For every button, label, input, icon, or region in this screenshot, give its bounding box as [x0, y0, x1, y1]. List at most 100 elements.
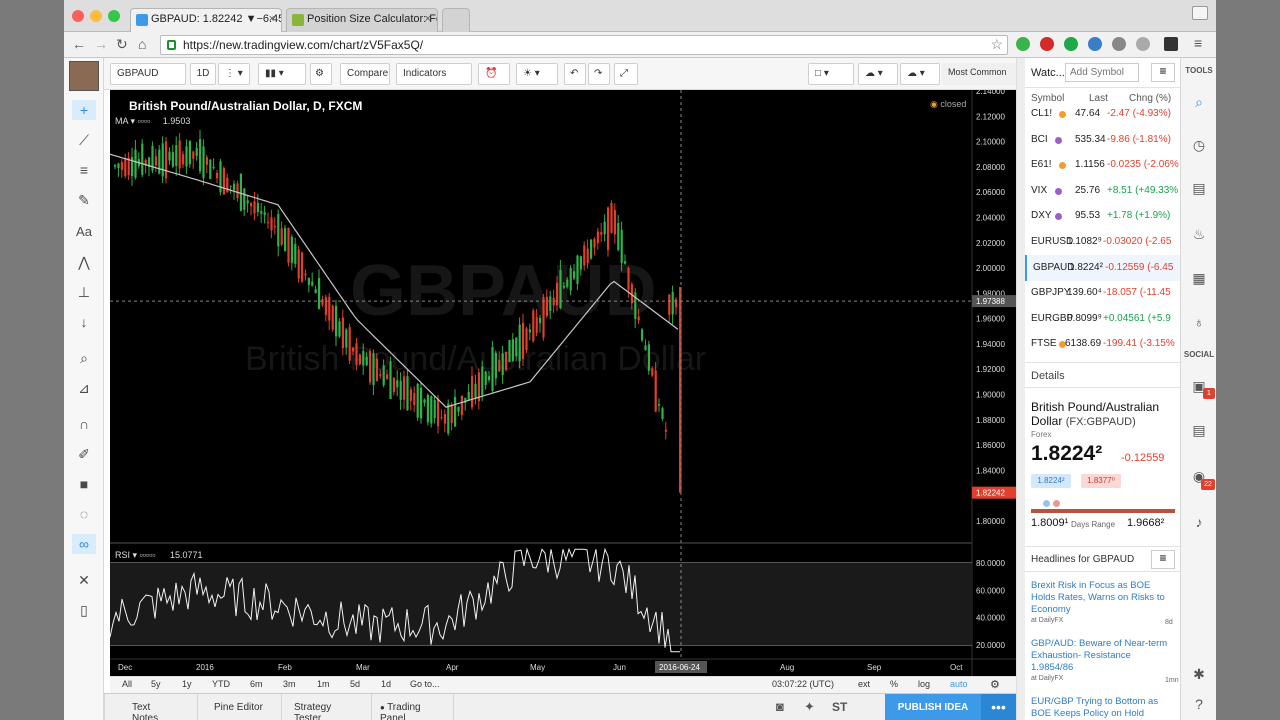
extension-icon[interactable] [1164, 37, 1178, 51]
percent-scale-toggle[interactable]: % [890, 679, 898, 689]
interval-dropdown-icon[interactable]: ⋮ ▾ [218, 63, 250, 85]
browser-tab-gbpaud[interactable]: GBPAUD: 1.82242 ▼−6.45 × [130, 8, 282, 32]
add-symbol-input[interactable] [1065, 63, 1139, 82]
utc-time[interactable]: 03:07:22 (UTC) [772, 679, 834, 689]
notifications-bell-icon[interactable]: ♪ [1189, 512, 1209, 532]
log-scale-toggle[interactable]: log [918, 679, 930, 689]
private-chats-icon[interactable]: ▤ [1189, 420, 1209, 440]
twitter-icon[interactable]: ✦ [804, 699, 815, 715]
profile-icon[interactable] [1192, 6, 1208, 20]
alerts-clock-icon[interactable]: ◷ [1189, 135, 1209, 155]
extension-icon[interactable] [1112, 37, 1126, 51]
alert-icon[interactable]: ⏰ [478, 63, 510, 85]
stocktwits-button[interactable]: ST [832, 700, 847, 714]
stay-in-drawing-icon[interactable]: ✐ [72, 444, 96, 464]
rsi-legend[interactable]: RSI ▾ ▫▫▫▫▫ 15.0771 [115, 550, 203, 561]
url-field[interactable]: https://new.tradingview.com/chart/zV5Fax… [160, 35, 1008, 55]
reload-icon[interactable]: ↻ [116, 36, 128, 53]
range-3m-button[interactable]: 3m [283, 679, 296, 689]
load-cloud-icon[interactable]: ☁ ▾ [900, 63, 940, 85]
menu-icon[interactable]: ≡ [1194, 35, 1202, 51]
remove-tools-icon[interactable]: ✕ [72, 570, 96, 590]
bookmark-star-icon[interactable]: ☆ [990, 36, 1003, 53]
crosshair-icon[interactable]: + [72, 100, 96, 120]
maximize-window-icon[interactable] [108, 10, 120, 22]
measure-icon[interactable]: ⊿ [72, 378, 96, 398]
watchlist-row[interactable]: EURUSD 1.1082⁹ -0.03020 (-2.65 [1025, 229, 1180, 255]
forward-icon[interactable]: → [94, 36, 108, 52]
headline-link[interactable]: Brexit Risk in Focus as BOE Holds Rates,… [1031, 580, 1165, 616]
symbol-search-input[interactable]: GBPAUD [110, 63, 186, 85]
publish-idea-button[interactable]: PUBLISH IDEA [885, 694, 981, 720]
save-cloud-icon[interactable]: ☁ ▾ [858, 63, 898, 85]
pattern-icon[interactable]: ⋀ [72, 252, 96, 272]
goto-date-button[interactable]: Go to... [410, 679, 440, 689]
text-tool-icon[interactable]: Aa [72, 222, 96, 242]
watchlist-title[interactable]: Watc... [1031, 67, 1065, 79]
sync-drawings-icon[interactable]: ∞ [72, 534, 96, 554]
bug-report-icon[interactable]: ✱ [1189, 664, 1209, 684]
range-ytd-button[interactable]: YTD [212, 679, 230, 689]
publish-more-button[interactable]: ••• [981, 694, 1016, 720]
watchlist-row[interactable]: GBPAUD 1.8224² -0.12559 (-6.45 [1025, 254, 1180, 281]
trend-line-icon[interactable]: ⟋ [72, 130, 96, 150]
back-icon[interactable]: ← [72, 36, 86, 52]
range-6m-button[interactable]: 6m [250, 679, 263, 689]
adblock-icon[interactable] [1040, 37, 1054, 51]
redo-icon[interactable]: ↷ [588, 63, 610, 85]
most-common-dropdown[interactable]: Most Common [942, 63, 1016, 85]
price-chart[interactable]: 2.14000 2.12000 2.10000 2.08000 2.06000 2.040… [110, 90, 1017, 676]
brush-icon[interactable]: ✎ [72, 190, 96, 210]
range-1y-button[interactable]: 1y [182, 679, 192, 689]
tab-strategy-tester[interactable]: Strategy Tester [282, 694, 372, 720]
new-tab-button[interactable] [442, 8, 470, 32]
watchlist-row[interactable]: DXY 95.53 +1.78 (+1.9%) [1025, 203, 1180, 229]
compare-button[interactable]: Compare [340, 63, 390, 85]
headline-link[interactable]: EUR/GBP Trying to Bottom as BOE Keeps Po… [1031, 696, 1171, 720]
watchlist-row[interactable]: CL1! 47.64 -2.47 (-4.93%) [1025, 101, 1180, 127]
horizontal-lines-icon[interactable]: ≡ [72, 160, 96, 180]
watchlist-menu-icon[interactable]: ≡ [1151, 63, 1175, 82]
tab-text-notes[interactable]: Text Notes [114, 694, 198, 720]
close-tab-icon[interactable]: × [425, 13, 431, 25]
trash-icon[interactable]: ▯ [72, 600, 96, 620]
help-icon[interactable]: ? [1189, 694, 1209, 714]
close-tab-icon[interactable]: × [269, 13, 275, 25]
avatar[interactable] [69, 61, 99, 91]
idea-bulb-icon[interactable]: ☀ ▾ [516, 63, 558, 85]
hotlist-flame-icon[interactable]: ♨ [1189, 224, 1209, 244]
settings-gear-icon[interactable]: ⚙ [310, 63, 332, 85]
range-5d-button[interactable]: 5d [350, 679, 360, 689]
extension-icon[interactable] [1136, 37, 1150, 51]
ext-hours-toggle[interactable]: ext [858, 679, 870, 689]
data-window-icon[interactable]: ▤ [1189, 178, 1209, 198]
undo-icon[interactable]: ↶ [564, 63, 586, 85]
hide-drawings-icon[interactable]: ◌ [72, 504, 96, 524]
extension-icon[interactable] [1064, 37, 1078, 51]
watchlist-row[interactable]: FTSE 6138.69 -199.41 (-3.15% [1025, 331, 1180, 357]
indicators-button[interactable]: Indicators [396, 63, 472, 85]
calendar-icon[interactable]: ▦ [1189, 268, 1209, 288]
watchlist-row[interactable]: BCI 535.34 -9.86 (-1.81%) [1025, 127, 1180, 153]
close-window-icon[interactable] [72, 10, 84, 22]
watchlist-row[interactable]: E61! 1.1156 -0.0235 (-2.06% [1025, 152, 1180, 178]
tab-pine-editor[interactable]: Pine Editor [198, 694, 282, 720]
range-all-button[interactable]: All [122, 679, 132, 689]
home-icon[interactable]: ⌂ [138, 36, 146, 52]
chart-area[interactable]: GBPAUD British Pound/Australian Dollar 2… [110, 90, 1017, 676]
extension-icon[interactable] [1088, 37, 1102, 51]
camera-icon[interactable]: ◙ [776, 699, 784, 714]
extension-icon[interactable] [1016, 37, 1030, 51]
auto-scale-toggle[interactable]: auto [950, 679, 968, 689]
scale-settings-gear-icon[interactable]: ⚙ [990, 678, 1000, 691]
watchlist-row[interactable]: GBPJPY 139.60⁴ -18.057 (-11.45 [1025, 280, 1180, 306]
range-1m-button[interactable]: 1m [317, 679, 330, 689]
range-5y-button[interactable]: 5y [151, 679, 161, 689]
zoom-icon[interactable]: ⌕ [72, 348, 96, 368]
interval-button[interactable]: 1D [190, 63, 216, 85]
layout-button[interactable]: □ ▾ [808, 63, 854, 85]
range-1d-button[interactable]: 1d [381, 679, 391, 689]
vertical-scrollbar[interactable] [1016, 58, 1025, 720]
watchlist-row[interactable]: EURGBP 0.8099⁹ +0.04561 (+5.9 [1025, 306, 1180, 332]
watchlist-icon[interactable]: ⌕ [1189, 92, 1209, 112]
